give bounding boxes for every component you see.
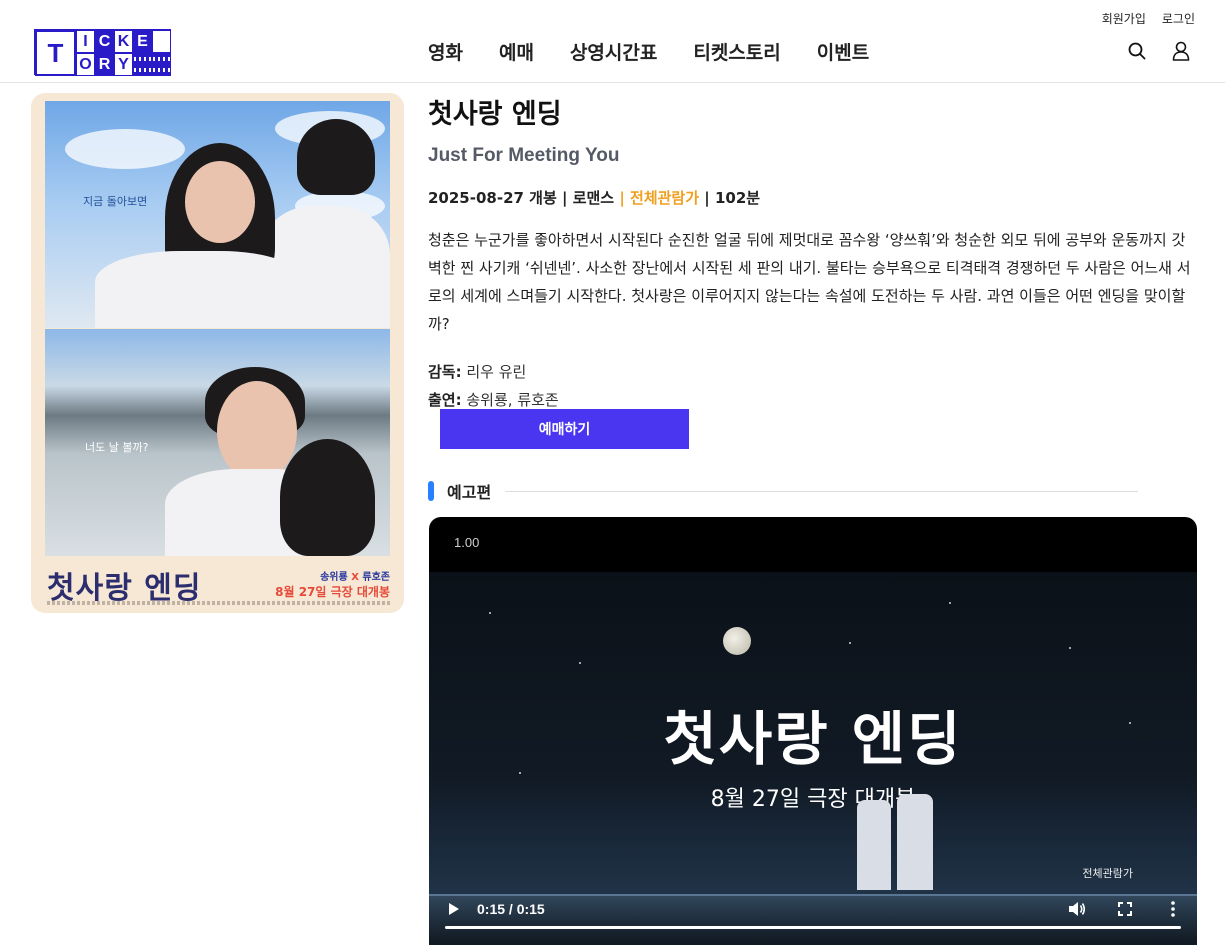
logo-letter: K: [114, 30, 133, 53]
video-figure: [897, 794, 933, 890]
book-button[interactable]: 예매하기: [440, 409, 689, 449]
logo-blank: [152, 30, 171, 53]
cast-value: 송위룡, 류호존: [462, 391, 559, 409]
video-figure: [857, 800, 891, 890]
star: [579, 662, 581, 664]
movie-info: 첫사랑 엔딩 Just For Meeting You 2025-08-27 개…: [428, 92, 1198, 414]
signup-link[interactable]: 회원가입: [1102, 10, 1146, 27]
trailer-section-header: 예고편: [428, 480, 1138, 502]
logo-letter: I: [76, 30, 95, 53]
nav-item-movies[interactable]: 영화: [428, 38, 463, 65]
video-frame: 첫사랑 엔딩 8월 27일 극장 대개봉: [429, 572, 1197, 945]
poster-cast-separator: X: [351, 572, 359, 583]
poster-caption-bottom: 너도 날 볼까?: [85, 439, 148, 455]
site-header: 회원가입 로그인 T I C K E O R Y 영화 예매 상영시간표 티켓스…: [0, 0, 1225, 83]
movie-credits: 감독: 리우 유린 출연: 송위룡, 류호존: [428, 358, 1198, 414]
video-subtitle: 8월 27일 극장 대개봉: [429, 781, 1197, 813]
trailer-section-title: 예고편: [447, 479, 491, 503]
fullscreen-icon[interactable]: [1115, 899, 1135, 919]
search-icon[interactable]: [1127, 40, 1147, 62]
nav-item-showtimes[interactable]: 상영시간표: [570, 38, 657, 65]
star: [489, 612, 491, 614]
nav-item-booking[interactable]: 예매: [499, 38, 534, 65]
login-link[interactable]: 로그인: [1162, 10, 1195, 27]
trailer-video-player[interactable]: 첫사랑 엔딩 8월 27일 극장 대개봉 1.00 전체관람가 0:15 / 0…: [429, 517, 1197, 945]
logo-film-strip: [133, 53, 152, 76]
playback-speed: 1.00: [454, 535, 479, 550]
movie-meta: 2025-08-27 개봉 | 로맨스 | 전체관람가 | 102분: [428, 187, 1198, 208]
poster-release: 8월 27일 극장 대개봉: [275, 583, 390, 600]
play-icon[interactable]: [447, 901, 461, 917]
movie-age-rating: | 전체관람가: [619, 189, 699, 207]
poster-cast-name: 류호존: [362, 572, 390, 583]
nav-item-ticket-story[interactable]: 티켓스토리: [693, 38, 780, 65]
more-options-icon[interactable]: [1163, 899, 1183, 919]
video-title-art: 첫사랑 엔딩: [429, 692, 1197, 776]
section-divider: [505, 491, 1138, 492]
poster-photo-bottom: 너도 날 볼까?: [45, 329, 390, 556]
user-icon[interactable]: [1171, 40, 1191, 62]
moon: [723, 627, 751, 655]
logo-letter: E: [133, 30, 152, 53]
utility-links: 회원가입 로그인: [1102, 10, 1195, 27]
poster-caption-top: 지금 돌아보면: [83, 193, 147, 209]
poster-cast-name: 송위룡: [320, 572, 348, 583]
poster-credit-block: [47, 601, 390, 605]
movie-runtime: | 102분: [699, 189, 760, 207]
volume-icon[interactable]: [1067, 899, 1087, 919]
cast-label: 출연:: [428, 391, 462, 409]
person-shirt: [95, 251, 305, 328]
director-label: 감독:: [428, 363, 462, 381]
video-time: 0:15 / 0:15: [477, 901, 545, 917]
poster-cast: 송위룡 X 류호존: [320, 568, 390, 583]
person-hair: [280, 439, 375, 556]
logo-letter: Y: [114, 53, 133, 76]
movie-title: 첫사랑 엔딩: [428, 92, 1198, 131]
nav-item-events[interactable]: 이벤트: [817, 38, 869, 65]
movie-synopsis: 청춘은 누군가를 좋아하면서 시작된다 순진한 얼굴 뒤에 제멋대로 꼼수왕 ‘…: [428, 226, 1198, 338]
person-face: [185, 161, 255, 243]
cloud: [65, 129, 185, 169]
site-logo[interactable]: T I C K E O R Y: [34, 29, 171, 75]
logo-letter: C: [95, 30, 114, 53]
movie-release-genre: 2025-08-27 개봉 | 로맨스: [428, 189, 619, 207]
section-accent-bar: [428, 481, 434, 501]
logo-letter: R: [95, 53, 114, 76]
director-value: 리우 유린: [462, 363, 527, 381]
video-controls: 0:15 / 0:15: [429, 893, 1197, 945]
person-hair: [297, 119, 375, 195]
logo-letter: O: [76, 53, 95, 76]
video-age-rating: 전체관람가: [1082, 865, 1133, 881]
person-face: [217, 381, 297, 481]
star: [949, 602, 951, 604]
logo-film-strip: [152, 53, 171, 76]
movie-poster: 지금 돌아보면 너도 날 볼까? 첫사랑 엔딩 송위룡 X 류호존 8월 27일…: [31, 93, 404, 613]
poster-photo-top: 지금 돌아보면: [45, 101, 390, 328]
movie-director-line: 감독: 리우 유린: [428, 358, 1198, 386]
movie-title-english: Just For Meeting You: [428, 145, 1198, 167]
star: [849, 642, 851, 644]
star: [1069, 647, 1071, 649]
logo-letter-t: T: [35, 30, 76, 76]
main-nav: 영화 예매 상영시간표 티켓스토리 이벤트: [428, 38, 869, 65]
video-progress-bar[interactable]: [445, 926, 1181, 929]
header-icons: [1127, 40, 1191, 62]
